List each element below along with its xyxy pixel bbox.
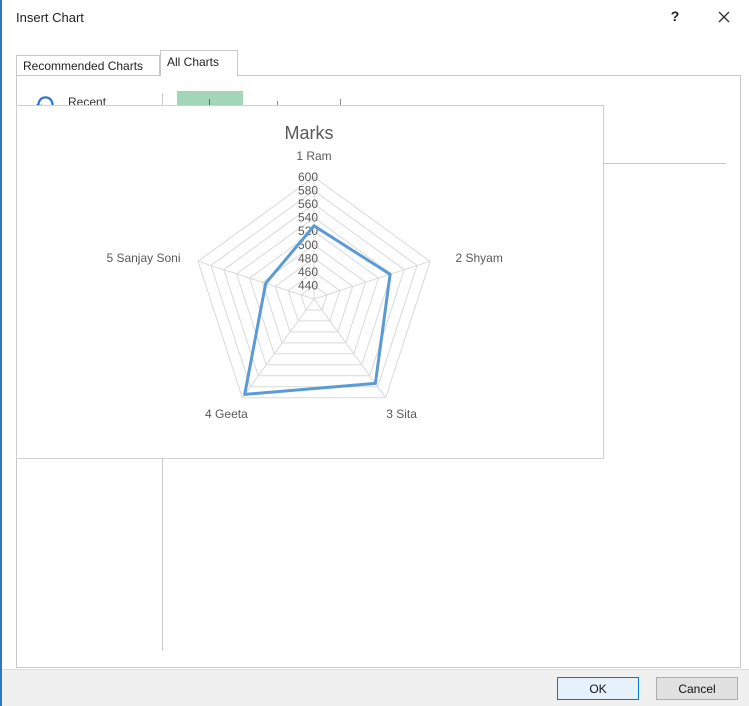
category-label: 4 Geeta (205, 407, 248, 421)
axis-tick-label: 580 (298, 184, 318, 198)
axis-tick-label: 560 (298, 197, 318, 211)
chart-preview-popup: Marks 440 460 480 500 520 540 560 580 600 1 Ram 2… (16, 105, 604, 459)
category-label: 2 Shyam (456, 251, 503, 265)
ok-button[interactable]: OK (557, 677, 639, 700)
close-button[interactable] (713, 6, 735, 28)
tab-recommended-charts[interactable]: Recommended Charts (16, 55, 160, 75)
axis-tick-label: 540 (298, 211, 318, 225)
window-accent-border (0, 0, 2, 706)
preview-divider (604, 163, 726, 164)
axis-tick-label: 440 (298, 278, 318, 292)
chart-title: Marks (285, 123, 334, 143)
category-label: 5 Sanjay Soni (106, 251, 180, 265)
category-label: 3 Sita (386, 407, 417, 421)
axis-tick-label: 460 (298, 265, 318, 279)
cancel-button[interactable]: Cancel (656, 677, 738, 700)
axis-tick-label: 600 (298, 170, 318, 184)
axis-tick-label: 480 (298, 251, 318, 265)
dialog-title: Insert Chart (16, 10, 84, 25)
category-label: 1 Ram (296, 149, 331, 163)
help-button[interactable]: ? (667, 8, 683, 26)
tab-all-charts[interactable]: All Charts (160, 50, 238, 76)
close-icon (718, 11, 730, 23)
radar-chart: Marks 440460480500520540560580600 1 Ram2… (106, 123, 503, 421)
